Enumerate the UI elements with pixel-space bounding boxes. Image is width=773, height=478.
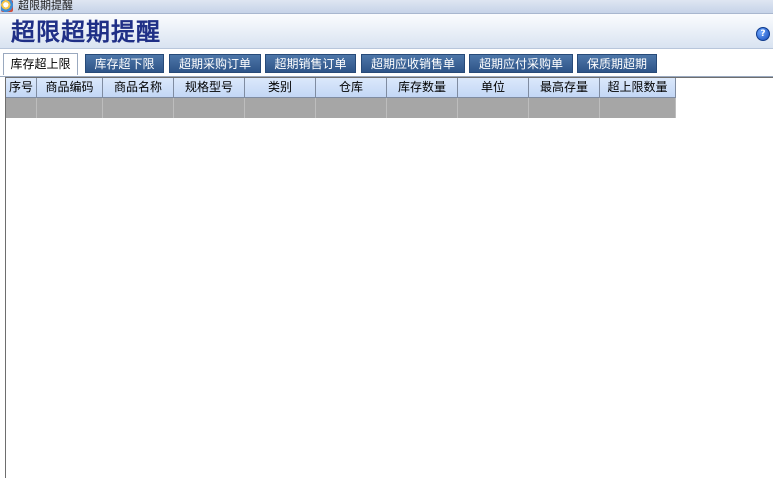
tab-stock-below-lower[interactable]: 库存超下限 (85, 54, 164, 73)
column-header-unit[interactable]: 单位 (458, 78, 529, 98)
column-header-warehouse[interactable]: 仓库 (316, 78, 387, 98)
table-cell[interactable] (600, 98, 676, 118)
table-cell[interactable] (529, 98, 600, 118)
grid-header-row: 序号 商品编码 商品名称 规格型号 类别 仓库 库存数量 单位 最高存量 超上限… (6, 78, 676, 98)
tab-overdue-sales-orders[interactable]: 超期销售订单 (265, 54, 356, 73)
window-title: 超限期提醒 (18, 0, 73, 12)
table-cell[interactable] (245, 98, 316, 118)
tab-overdue-payable-purchase[interactable]: 超期应付采购单 (469, 54, 573, 73)
table-cell[interactable] (316, 98, 387, 118)
column-header-stock-qty[interactable]: 库存数量 (387, 78, 458, 98)
table-cell[interactable] (458, 98, 529, 118)
app-window: 超限期提醒 超限超期提醒 ? 库存超上限 库存超下限 超期采购订单 超期销售订单… (0, 0, 773, 478)
tab-stock-over-upper[interactable]: 库存超上限 (3, 53, 78, 75)
column-header-product-code[interactable]: 商品编码 (37, 78, 103, 98)
app-logo-icon (1, 0, 13, 12)
table-cell[interactable] (174, 98, 245, 118)
column-header-spec[interactable]: 规格型号 (174, 78, 245, 98)
column-header-over-upper-qty[interactable]: 超上限数量 (600, 78, 676, 98)
tab-overdue-receivable-sales[interactable]: 超期应收销售单 (361, 54, 465, 73)
page-title: 超限超期提醒 (11, 17, 161, 46)
column-header-max-stock[interactable]: 最高存量 (529, 78, 600, 98)
column-header-product-name[interactable]: 商品名称 (103, 78, 174, 98)
column-header-category[interactable]: 类别 (245, 78, 316, 98)
table-cell[interactable] (103, 98, 174, 118)
table-cell[interactable] (6, 98, 37, 118)
page-header: 超限超期提醒 ? (0, 14, 773, 49)
data-grid[interactable]: 序号 商品编码 商品名称 规格型号 类别 仓库 库存数量 单位 最高存量 超上限… (5, 77, 773, 478)
table-cell[interactable] (387, 98, 458, 118)
table-row[interactable] (6, 98, 676, 118)
title-bar: 超限期提醒 (0, 0, 773, 14)
table-cell[interactable] (37, 98, 103, 118)
column-header-index[interactable]: 序号 (6, 78, 37, 98)
tab-strip: 库存超上限 库存超下限 超期采购订单 超期销售订单 超期应收销售单 超期应付采购… (0, 49, 773, 77)
tab-overdue-purchase-orders[interactable]: 超期采购订单 (169, 54, 261, 73)
tab-shelf-life-expired[interactable]: 保质期超期 (577, 54, 657, 73)
help-icon[interactable]: ? (756, 27, 770, 41)
